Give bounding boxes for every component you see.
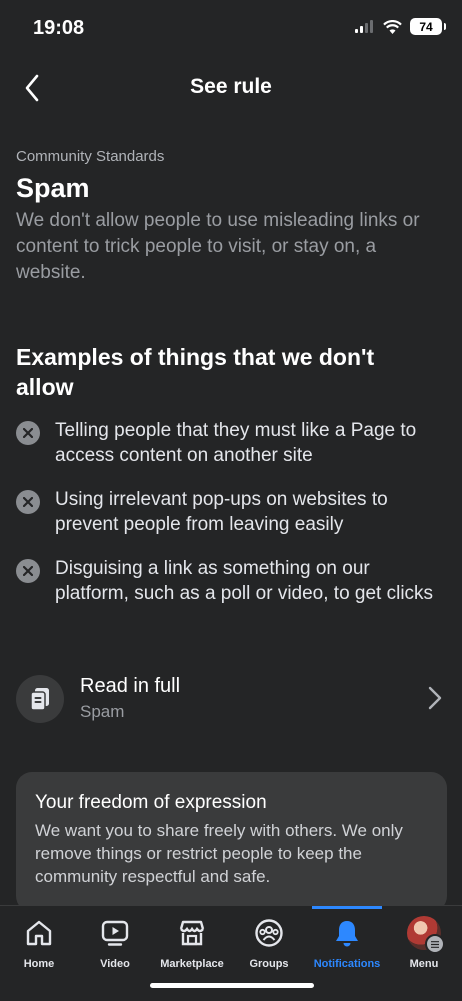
rule-title: Spam: [16, 173, 90, 203]
freedom-card: Your freedom of expression We want you t…: [16, 772, 447, 912]
tab-home[interactable]: Home: [0, 914, 79, 970]
example-text: Disguising a link as something on our pl…: [55, 558, 434, 604]
tab-marketplace[interactable]: Marketplace: [152, 914, 232, 970]
example-text: Using irrelevant pop-ups on websites to …: [55, 489, 388, 535]
header: See rule: [0, 58, 462, 118]
tab-label: Marketplace: [160, 958, 224, 970]
example-item: Telling people that they must like a Pag…: [16, 418, 446, 468]
status-icons: 74: [355, 18, 446, 35]
x-circle-icon: [16, 559, 40, 583]
tab-notifications[interactable]: Notifications: [307, 914, 387, 970]
freedom-title: Your freedom of expression: [35, 792, 267, 813]
marketplace-icon: [179, 920, 205, 946]
rule-eyebrow: Community Standards: [16, 148, 165, 165]
groups-icon: [255, 919, 283, 947]
rule-content: Community Standards Spam We don't allow …: [16, 148, 446, 604]
tab-label: Menu: [409, 958, 439, 970]
wifi-icon: [383, 19, 402, 34]
freedom-text: We want you to share freely with others.…: [35, 821, 403, 886]
tab-groups[interactable]: Groups: [229, 914, 309, 970]
status-bar: 19:08 74: [0, 0, 462, 58]
home-icon: [26, 920, 52, 946]
rule-description: We don't allow people to use misleading …: [16, 210, 420, 283]
tab-label: Video: [100, 958, 130, 970]
tab-video[interactable]: Video: [75, 914, 155, 970]
x-circle-icon: [16, 490, 40, 514]
tab-label: Notifications: [313, 958, 381, 970]
tab-label: Groups: [249, 958, 289, 970]
battery-icon: 74: [410, 18, 446, 35]
video-icon: [101, 920, 129, 946]
example-item: Disguising a link as something on our pl…: [16, 556, 446, 606]
examples-list: Telling people that they must like a Pag…: [16, 418, 446, 625]
page-title: See rule: [190, 75, 272, 98]
example-item: Using irrelevant pop-ups on websites to …: [16, 487, 446, 537]
document-icon: [16, 675, 64, 723]
examples-title: Examples of things that we don't allow: [16, 344, 375, 400]
tab-label: Home: [23, 958, 55, 970]
signal-icon: [355, 20, 373, 33]
home-indicator: [150, 983, 314, 988]
read-in-full-title: Read in full: [80, 675, 181, 697]
chevron-right-icon: [428, 686, 442, 710]
bell-icon: [336, 921, 358, 947]
read-in-full-subtitle: Spam: [80, 702, 125, 721]
active-tab-indicator: [312, 906, 382, 909]
tab-menu[interactable]: Menu: [384, 914, 462, 970]
example-text: Telling people that they must like a Pag…: [55, 420, 417, 466]
avatar: [407, 916, 445, 954]
read-in-full-row[interactable]: Read in full Spam: [16, 673, 446, 725]
x-circle-icon: [16, 421, 40, 445]
status-time: 19:08: [33, 17, 85, 39]
menu-badge-icon: [425, 934, 445, 954]
